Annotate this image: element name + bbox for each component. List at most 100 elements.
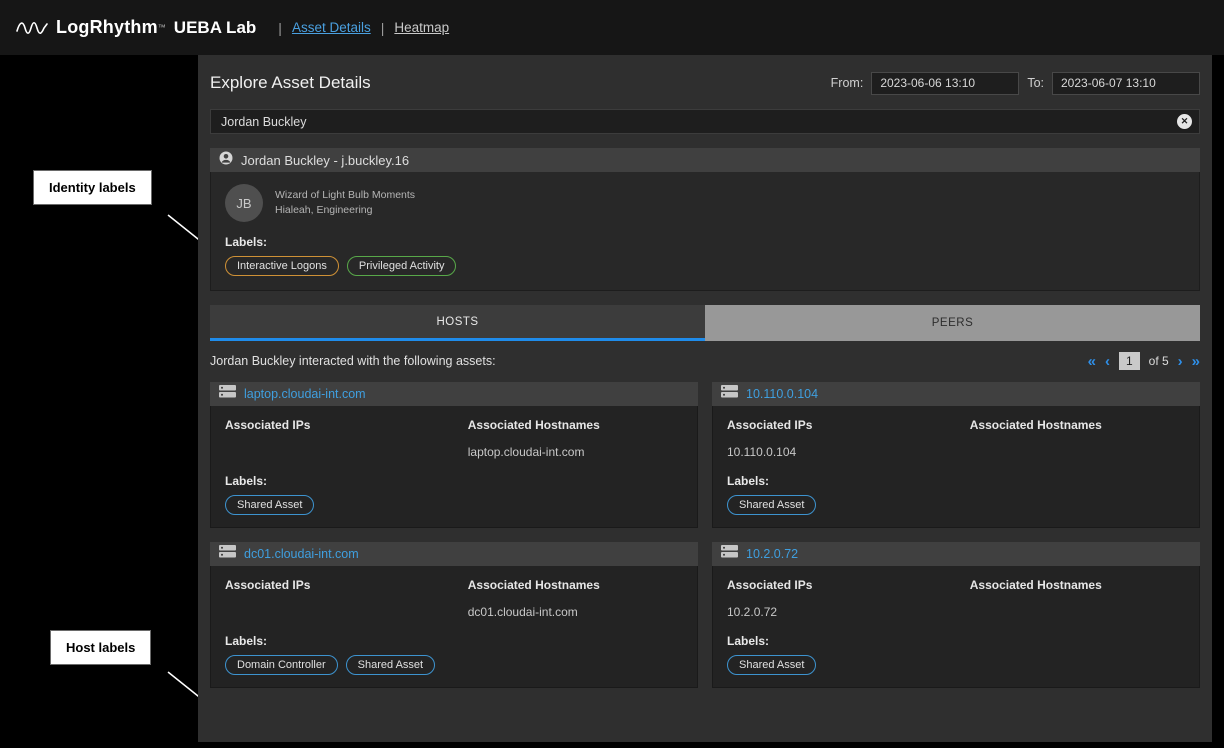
label-badge-shared-asset: Shared Asset (225, 495, 314, 515)
associated-hostnames-header: Associated Hostnames (970, 578, 1185, 592)
asset-card: 10.2.0.72 Associated IPs 10.2.0.72 Assoc… (712, 542, 1200, 688)
associated-ips-column: Associated IPs (225, 418, 468, 459)
page-title: Explore Asset Details (210, 73, 371, 93)
label-badge-shared-asset: Shared Asset (727, 655, 816, 675)
tabs: HOSTS PEERS (210, 305, 1200, 341)
asset-labels-heading: Labels: (225, 634, 683, 648)
identity-card-body: JB Wizard of Light Bulb Moments Hialeah,… (210, 172, 1200, 291)
associated-hostnames-column: Associated Hostnames dc01.cloudai-int.co… (468, 578, 683, 619)
asset-labels-heading: Labels: (225, 474, 683, 488)
identity-location: Hialeah, Engineering (275, 203, 415, 218)
top-navigation-bar: LogRhythm ™ UEBA Lab | Asset Details | H… (0, 0, 1224, 55)
asset-card-body: Associated IPs 10.2.0.72 Associated Host… (712, 566, 1200, 688)
asset-labels-row: Shared Asset (225, 495, 683, 515)
hostname-value: dc01.cloudai-int.com (468, 605, 683, 619)
associated-hostnames-column: Associated Hostnames (970, 578, 1185, 619)
asset-labels-row: Shared Asset (727, 655, 1185, 675)
asset-name-link[interactable]: 10.110.0.104 (746, 387, 818, 401)
label-badge-shared-asset: Shared Asset (727, 495, 816, 515)
last-page-icon[interactable]: » (1192, 354, 1200, 369)
tab-peers[interactable]: PEERS (705, 305, 1200, 341)
nav-link-asset-details[interactable]: Asset Details (292, 20, 371, 35)
app-name: UEBA Lab (174, 18, 257, 38)
current-page-box[interactable]: 1 (1119, 352, 1140, 370)
identity-card: Jordan Buckley - j.buckley.16 JB Wizard … (210, 148, 1200, 291)
associated-hostnames-header: Associated Hostnames (970, 418, 1185, 432)
pagination: « ‹ 1 of 5 › » (1088, 352, 1200, 370)
assets-intro-text: Jordan Buckley interacted with the follo… (210, 354, 496, 368)
associated-ips-header: Associated IPs (225, 418, 468, 432)
associated-hostnames-column: Associated Hostnames (970, 418, 1185, 459)
page: LogRhythm ™ UEBA Lab | Asset Details | H… (0, 0, 1224, 748)
title-row: Explore Asset Details From: To: (210, 69, 1200, 97)
associated-ips-header: Associated IPs (727, 418, 970, 432)
asset-labels-heading: Labels: (727, 634, 1185, 648)
brand-name: LogRhythm (56, 17, 158, 38)
server-icon (219, 545, 236, 563)
ip-value: 10.110.0.104 (727, 445, 970, 459)
previous-page-icon[interactable]: ‹ (1105, 354, 1110, 369)
asset-columns: Associated IPs 10.2.0.72 Associated Host… (727, 578, 1185, 619)
asset-labels-row: Shared Asset (727, 495, 1185, 515)
asset-name-link[interactable]: 10.2.0.72 (746, 547, 798, 561)
search-input[interactable] (210, 109, 1200, 134)
host-labels-callout: Host labels (50, 630, 151, 665)
nav-separator: | (278, 20, 282, 36)
asset-card: dc01.cloudai-int.com Associated IPs Asso… (210, 542, 698, 688)
asset-card-body: Associated IPs Associated Hostnames dc01… (210, 566, 698, 688)
asset-card-header: dc01.cloudai-int.com (210, 542, 698, 566)
identity-card-header: Jordan Buckley - j.buckley.16 (210, 148, 1200, 172)
brand-trademark: ™ (158, 23, 166, 32)
nav-link-heatmap[interactable]: Heatmap (394, 20, 449, 35)
clear-search-icon[interactable]: ✕ (1177, 114, 1192, 129)
logrhythm-logo-icon (16, 17, 48, 39)
associated-hostnames-header: Associated Hostnames (468, 418, 683, 432)
search-row: ✕ (210, 109, 1200, 134)
identity-title: Jordan Buckley - j.buckley.16 (241, 153, 409, 168)
from-label: From: (831, 76, 864, 90)
asset-labels-row: Domain Controller Shared Asset (225, 655, 683, 675)
first-page-icon[interactable]: « (1088, 354, 1096, 369)
asset-card-header: 10.2.0.72 (712, 542, 1200, 566)
asset-card: laptop.cloudai-int.com Associated IPs As… (210, 382, 698, 528)
avatar: JB (225, 184, 263, 222)
identity-labels-row: Interactive Logons Privileged Activity (225, 256, 1185, 276)
asset-columns: Associated IPs Associated Hostnames dc01… (225, 578, 683, 619)
assets-bar: Jordan Buckley interacted with the follo… (210, 350, 1200, 372)
identity-labels-callout: Identity labels (33, 170, 152, 205)
asset-card-header: 10.110.0.104 (712, 382, 1200, 406)
asset-cards-grid: laptop.cloudai-int.com Associated IPs As… (210, 382, 1200, 688)
asset-columns: Associated IPs Associated Hostnames lapt… (225, 418, 683, 459)
identity-labels-heading: Labels: (225, 235, 1185, 249)
identity-meta: Wizard of Light Bulb Moments Hialeah, En… (275, 188, 415, 218)
identity-role: Wizard of Light Bulb Moments (275, 188, 415, 203)
server-icon (219, 385, 236, 403)
associated-hostnames-header: Associated Hostnames (468, 578, 683, 592)
associated-ips-column: Associated IPs 10.2.0.72 (727, 578, 970, 619)
nav-separator: | (381, 20, 385, 36)
to-label: To: (1027, 76, 1044, 90)
person-icon (219, 151, 233, 170)
asset-name-link[interactable]: dc01.cloudai-int.com (244, 547, 359, 561)
identity-avatar-row: JB Wizard of Light Bulb Moments Hialeah,… (225, 184, 1185, 222)
next-page-icon[interactable]: › (1178, 354, 1183, 369)
label-badge-domain-controller: Domain Controller (225, 655, 338, 675)
date-range: From: To: (831, 72, 1200, 95)
from-date-input[interactable] (871, 72, 1019, 95)
page-count-label: of 5 (1149, 354, 1169, 368)
asset-labels-section: Labels: Shared Asset (225, 464, 683, 515)
ip-value: 10.2.0.72 (727, 605, 970, 619)
asset-card-body: Associated IPs 10.110.0.104 Associated H… (712, 406, 1200, 528)
tab-hosts[interactable]: HOSTS (210, 305, 705, 341)
server-icon (721, 385, 738, 403)
content-panel: Explore Asset Details From: To: ✕ (198, 55, 1212, 742)
server-icon (721, 545, 738, 563)
to-date-input[interactable] (1052, 72, 1200, 95)
asset-labels-section: Labels: Domain Controller Shared Asset (225, 624, 683, 675)
associated-hostnames-column: Associated Hostnames laptop.cloudai-int.… (468, 418, 683, 459)
asset-name-link[interactable]: laptop.cloudai-int.com (244, 387, 366, 401)
associated-ips-column: Associated IPs (225, 578, 468, 619)
asset-columns: Associated IPs 10.110.0.104 Associated H… (727, 418, 1185, 459)
associated-ips-header: Associated IPs (225, 578, 468, 592)
label-badge-interactive-logons: Interactive Logons (225, 256, 339, 276)
